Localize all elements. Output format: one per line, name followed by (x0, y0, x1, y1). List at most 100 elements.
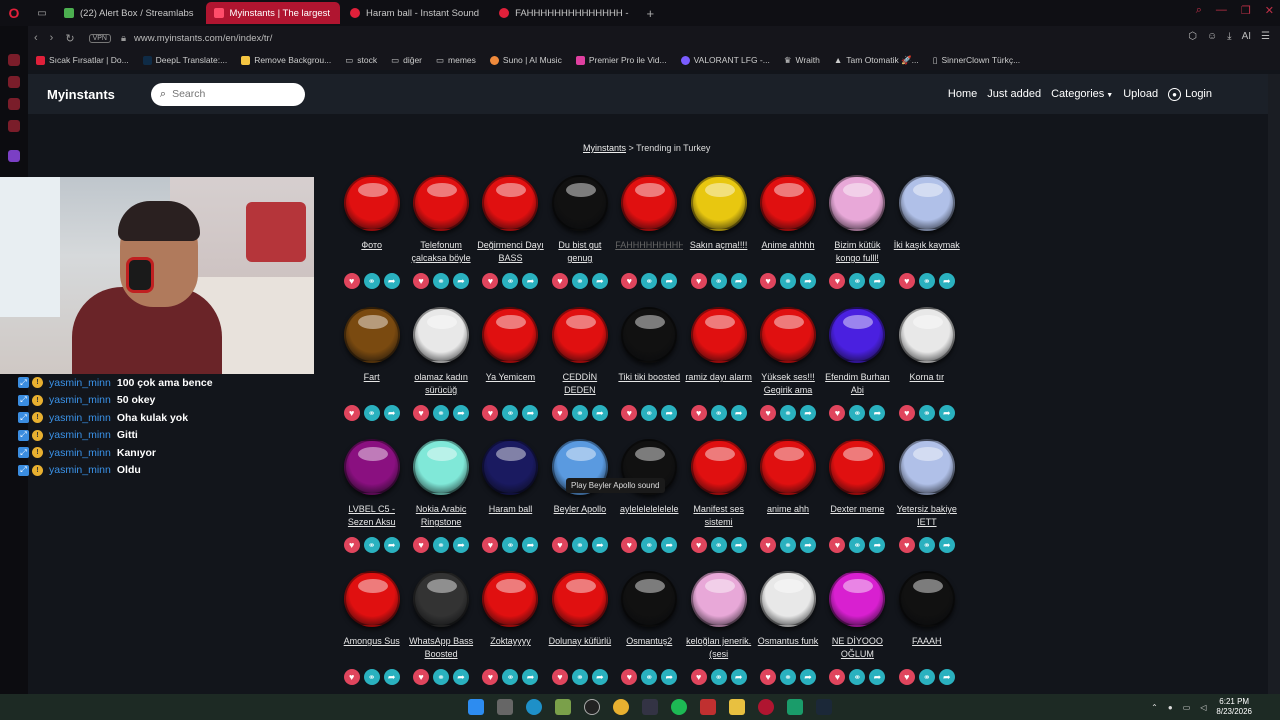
share-icon[interactable]: ➦ (938, 273, 955, 289)
favorite-icon[interactable]: ♥ (343, 669, 360, 685)
clock[interactable]: 6:21 PM 8/23/2026 (1216, 697, 1252, 717)
search-input[interactable] (172, 88, 293, 100)
copy-link-icon[interactable]: ⚭ (780, 273, 797, 289)
file-explorer-icon[interactable] (729, 699, 745, 715)
close-icon[interactable]: ✕ (1265, 4, 1274, 17)
play-sound-button[interactable] (482, 571, 539, 627)
play-sound-button[interactable] (343, 571, 400, 627)
play-sound-button[interactable] (829, 175, 886, 231)
instant-title-link[interactable]: Sakın açma!!!! (685, 239, 753, 267)
instant-title-link[interactable]: Фото (338, 239, 406, 267)
favorite-icon[interactable]: ♥ (690, 273, 707, 289)
share-icon[interactable]: ➦ (453, 273, 470, 289)
copy-link-icon[interactable]: ⚭ (433, 405, 450, 421)
copy-link-icon[interactable]: ⚭ (502, 273, 519, 289)
opera-gx-icon[interactable] (758, 699, 774, 715)
instant-title-link[interactable]: Dexter meme (823, 503, 891, 531)
nav-just-added[interactable]: Just added (987, 88, 1041, 100)
favorite-icon[interactable]: ♥ (343, 537, 360, 553)
bookmark-item[interactable]: VALORANT LFG -... (680, 55, 770, 65)
favorite-icon[interactable]: ♥ (829, 537, 846, 553)
steam-icon[interactable] (816, 699, 832, 715)
favorite-icon[interactable]: ♥ (482, 273, 499, 289)
whatsapp-icon[interactable] (8, 120, 20, 132)
copy-link-icon[interactable]: ⚭ (571, 537, 588, 553)
share-icon[interactable]: ➦ (661, 537, 678, 553)
share-icon[interactable]: ➦ (869, 273, 886, 289)
play-sound-button[interactable] (829, 307, 886, 363)
obs-icon[interactable] (584, 699, 600, 715)
share-icon[interactable]: ➦ (522, 273, 539, 289)
copy-link-icon[interactable]: ⚭ (918, 537, 935, 553)
instant-title-link[interactable]: CEDDİN DEDEN (546, 371, 614, 399)
play-sound-button[interactable] (482, 175, 539, 231)
instant-title-link[interactable]: Fart (338, 371, 406, 399)
copy-link-icon[interactable]: ⚭ (571, 405, 588, 421)
copy-link-icon[interactable]: ⚭ (571, 669, 588, 685)
chrome-icon[interactable] (613, 699, 629, 715)
copy-link-icon[interactable]: ⚭ (433, 669, 450, 685)
share-icon[interactable]: ➦ (869, 405, 886, 421)
instant-title-link[interactable]: Tiki tiki boosted (615, 371, 683, 399)
copy-link-icon[interactable]: ⚭ (433, 537, 450, 553)
copy-link-icon[interactable]: ⚭ (641, 405, 658, 421)
share-icon[interactable]: ➦ (800, 405, 817, 421)
copy-link-icon[interactable]: ⚭ (918, 405, 935, 421)
instant-title-link[interactable]: Yüksek ses!!! Gegirik ama (754, 371, 822, 399)
instant-title-link[interactable]: Manifest ses sistemi (685, 503, 753, 531)
play-sound-button[interactable] (690, 571, 747, 627)
favorite-icon[interactable]: ♥ (621, 669, 638, 685)
favorite-icon[interactable]: ♥ (690, 537, 707, 553)
bookmark-folder[interactable]: ▭ diğer (391, 55, 422, 66)
favorite-icon[interactable]: ♥ (829, 405, 846, 421)
nav-upload[interactable]: Upload (1123, 88, 1158, 100)
share-icon[interactable]: ➦ (453, 537, 470, 553)
share-icon[interactable]: ➦ (730, 537, 747, 553)
search-box[interactable]: ⌕ (150, 82, 305, 106)
favorite-icon[interactable]: ♥ (898, 537, 915, 553)
share-icon[interactable]: ➦ (800, 537, 817, 553)
instant-title-link[interactable]: LVBEL C5 - Sezen Aksu (338, 503, 406, 531)
copy-link-icon[interactable]: ⚭ (710, 669, 727, 685)
play-sound-button[interactable] (621, 307, 678, 363)
play-sound-button[interactable] (829, 571, 886, 627)
share-icon[interactable]: ➦ (522, 405, 539, 421)
play-sound-button[interactable] (413, 571, 470, 627)
search-tabs-icon[interactable]: ⌕ (1196, 4, 1202, 17)
lock-icon[interactable]: 🔒︎ (121, 33, 126, 44)
instant-title-link[interactable]: WhatsApp Bass Boosted (407, 635, 475, 663)
play-sound-button[interactable] (690, 307, 747, 363)
play-sound-button[interactable] (760, 571, 817, 627)
play-sound-button[interactable] (621, 175, 678, 231)
copy-link-icon[interactable]: ⚭ (849, 669, 866, 685)
share-icon[interactable]: ➦ (591, 405, 608, 421)
favorite-icon[interactable]: ♥ (482, 669, 499, 685)
bookmark-item[interactable]: ▯ SinnerClown Türkç... (933, 55, 1020, 66)
url-field[interactable]: www.myinstants.com/en/index/tr/ (134, 33, 272, 44)
share-icon[interactable]: ➦ (730, 405, 747, 421)
nav-login[interactable]: ● Login (1168, 87, 1212, 101)
share-icon[interactable]: ➦ (661, 405, 678, 421)
share-icon[interactable]: ➦ (938, 405, 955, 421)
whatsapp-icon[interactable] (787, 699, 803, 715)
start-icon[interactable] (468, 699, 484, 715)
share-icon[interactable]: ➦ (869, 669, 886, 685)
favorite-icon[interactable]: ♥ (551, 273, 568, 289)
share-icon[interactable]: ➦ (591, 669, 608, 685)
instant-title-link[interactable]: Haram ball (476, 503, 544, 531)
copy-link-icon[interactable]: ⚭ (918, 273, 935, 289)
favorite-icon[interactable]: ♥ (898, 669, 915, 685)
play-sound-button[interactable] (898, 439, 955, 495)
favorite-icon[interactable]: ♥ (621, 405, 638, 421)
favorite-icon[interactable]: ♥ (413, 537, 430, 553)
copy-link-icon[interactable]: ⚭ (780, 537, 797, 553)
instant-title-link[interactable]: anime ahh (754, 503, 822, 531)
copy-link-icon[interactable]: ⚭ (641, 537, 658, 553)
copy-link-icon[interactable]: ⚭ (363, 405, 380, 421)
extensions-icon[interactable]: ⬡ (1188, 31, 1197, 42)
copy-link-icon[interactable]: ⚭ (502, 405, 519, 421)
task-view-icon[interactable] (497, 699, 513, 715)
play-sound-button[interactable] (551, 175, 608, 231)
share-icon[interactable]: ➦ (591, 537, 608, 553)
instant-title-link[interactable]: Osmantuş2 (615, 635, 683, 663)
